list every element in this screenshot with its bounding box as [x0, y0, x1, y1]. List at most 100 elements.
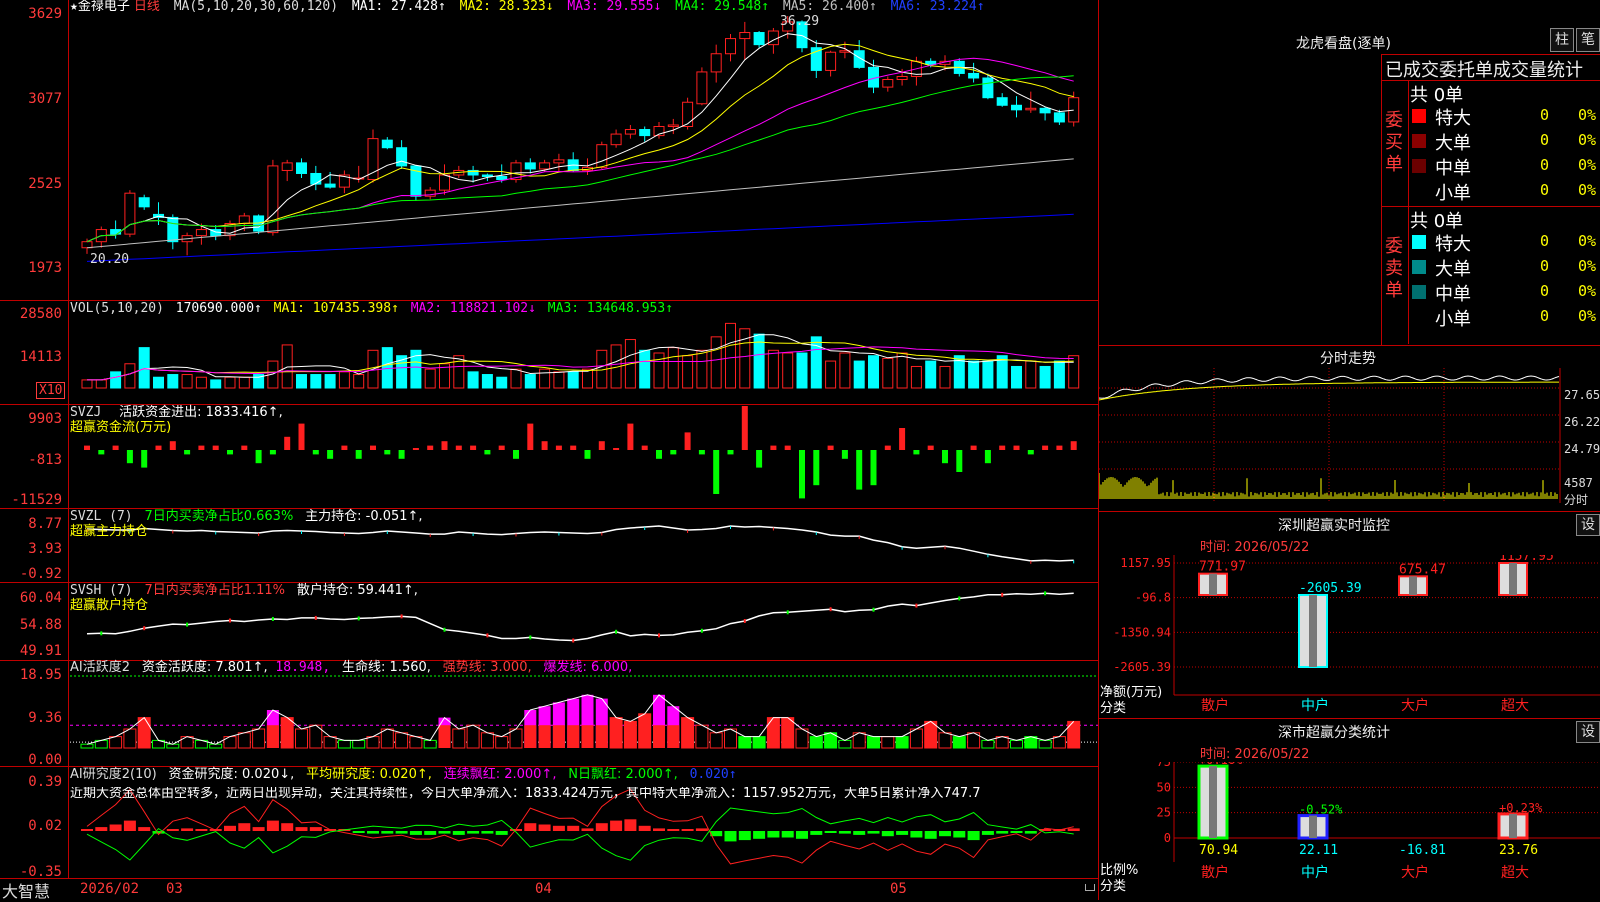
class-ytick: 25: [1157, 806, 1171, 820]
activity-bar: [709, 732, 723, 749]
monitor-category: 大户: [1401, 697, 1429, 714]
research-bar: [538, 824, 551, 831]
fund-flow-bar: [255, 450, 262, 464]
research-bar: [953, 831, 966, 838]
fenshi-ytick-3: 24.79: [1564, 442, 1600, 456]
fund-flow-bar: [884, 445, 891, 450]
research-bar: [138, 827, 151, 831]
research-bar: [924, 831, 937, 839]
fund-flow-bar: [341, 445, 348, 450]
volume-bar: [725, 322, 736, 389]
svsh-sub: 超赢散户持仓: [70, 598, 149, 613]
volume-bar: [310, 374, 322, 389]
fund-flow-bar: [412, 448, 419, 450]
candle-body: [524, 162, 536, 170]
monitor-ytick: -2605.39: [1113, 660, 1171, 674]
activity-bar: [623, 720, 637, 749]
research-bar: [781, 831, 794, 838]
fund-flow-bar: [856, 450, 863, 490]
svsh-ytick-2: 54.88: [19, 617, 62, 633]
research-bar: [166, 829, 179, 831]
vol-ytick-1: 28580: [19, 306, 62, 322]
research-bar: [1010, 831, 1023, 833]
vol-ma2: MA2: 118821.102↓: [410, 301, 536, 316]
volume-bar: [982, 360, 994, 389]
candle-body: [324, 183, 336, 188]
period-label[interactable]: 日线: [134, 0, 160, 14]
stock-name: 金禄电子: [77, 0, 130, 14]
candle-body: [1025, 107, 1037, 111]
ai2-label1: 资金研究度: 0.020↓,: [168, 767, 295, 782]
ma2-value: MA2: 28.323↓: [459, 0, 554, 14]
candle-body: [296, 162, 307, 174]
candle-body: [167, 216, 179, 243]
volume-bar: [467, 371, 479, 389]
ai2-description: 近期大资金总体由空转多，近两日出现异动，关注其持续性，今日大单净流入：1833.…: [70, 787, 981, 801]
fund-flow-bar: [927, 445, 934, 450]
research-bar: [738, 831, 751, 841]
monitor-bar-shade: [1509, 563, 1517, 595]
svsh-pct: 7日内买卖净占比1.11%: [144, 583, 286, 598]
research-bar: [552, 825, 565, 831]
candle-body: [553, 159, 565, 164]
monitor-time: 时间: 2026/05/22: [1200, 540, 1310, 555]
svzl-header: SVZL (7) 7日内买卖净占比0.663% 主力持仓: -0.051↑,: [70, 510, 423, 524]
buy-row-name: 大单: [1435, 133, 1471, 154]
volume-bar: [567, 371, 579, 389]
candle-body: [110, 229, 122, 235]
monitor-bar-label: 771.97: [1199, 560, 1246, 575]
lock-icon[interactable]: [1085, 884, 1095, 891]
research-bar: [581, 828, 594, 831]
candle-body: [238, 215, 250, 224]
intraday-chart[interactable]: [1099, 368, 1600, 510]
fenshi-vol-tick: 4587: [1564, 476, 1593, 490]
monitor-category: 中户: [1301, 697, 1329, 714]
activity-bar: [409, 736, 423, 749]
kline-chart-area[interactable]: [0, 0, 1100, 900]
ai1-ytick-1: 18.95: [19, 667, 62, 683]
candle-body: [610, 133, 622, 146]
bar-view-button[interactable]: 柱: [1550, 28, 1574, 52]
activity-bar: [466, 724, 480, 749]
fund-flow-bar: [899, 428, 906, 450]
sell-row-swatch: [1412, 235, 1426, 249]
activity-bar: [395, 732, 409, 749]
sell-row-pct: 0%: [1578, 257, 1597, 275]
fund-flow-bar: [284, 436, 291, 450]
vol-ytick-2: 14113: [19, 349, 62, 365]
volume-bar: [767, 349, 779, 389]
activity-bar: [781, 717, 795, 749]
activity-bar: [881, 736, 895, 749]
research-bar: [838, 831, 851, 834]
tick-view-button[interactable]: 笔: [1576, 28, 1600, 52]
ma30-line: [86, 75, 1074, 243]
volume-bar: [95, 379, 107, 389]
activity-bar: [638, 713, 652, 749]
fund-flow-bar: [870, 450, 877, 486]
intraday-avg-line: [1099, 381, 1559, 401]
favorite-star-icon[interactable]: ★: [70, 0, 78, 14]
activity-bar: [109, 736, 123, 749]
volume-bar: [653, 352, 665, 389]
activity-bar: [123, 728, 137, 749]
volume-bar: [896, 352, 908, 389]
brand-logo[interactable]: 大智慧: [2, 878, 50, 902]
fund-flow-bar: [942, 450, 948, 464]
volume-bar: [181, 374, 193, 389]
class-value: 22.11: [1299, 843, 1338, 858]
sell-row-name: 中单: [1435, 284, 1471, 305]
ai2-label4: N日飘红: 2.000↑,: [568, 767, 678, 782]
fund-flow-bar: [398, 450, 405, 459]
research-bar: [367, 831, 379, 834]
activity-bar-base: [552, 725, 565, 748]
monitor-settings-button[interactable]: 设: [1576, 514, 1600, 536]
ai1-title: AI活跃度2: [70, 660, 130, 675]
fund-flow-bar: [1070, 441, 1077, 450]
fund-flow-bar: [570, 445, 577, 450]
fund-flow-bar: [956, 450, 963, 472]
svzl-title: SVZL (7): [70, 509, 133, 524]
fund-flow-bar: [198, 445, 205, 450]
class-settings-button[interactable]: 设: [1576, 721, 1600, 743]
class-title: 深市超赢分类统计: [1278, 725, 1390, 741]
candle-body: [825, 51, 837, 71]
